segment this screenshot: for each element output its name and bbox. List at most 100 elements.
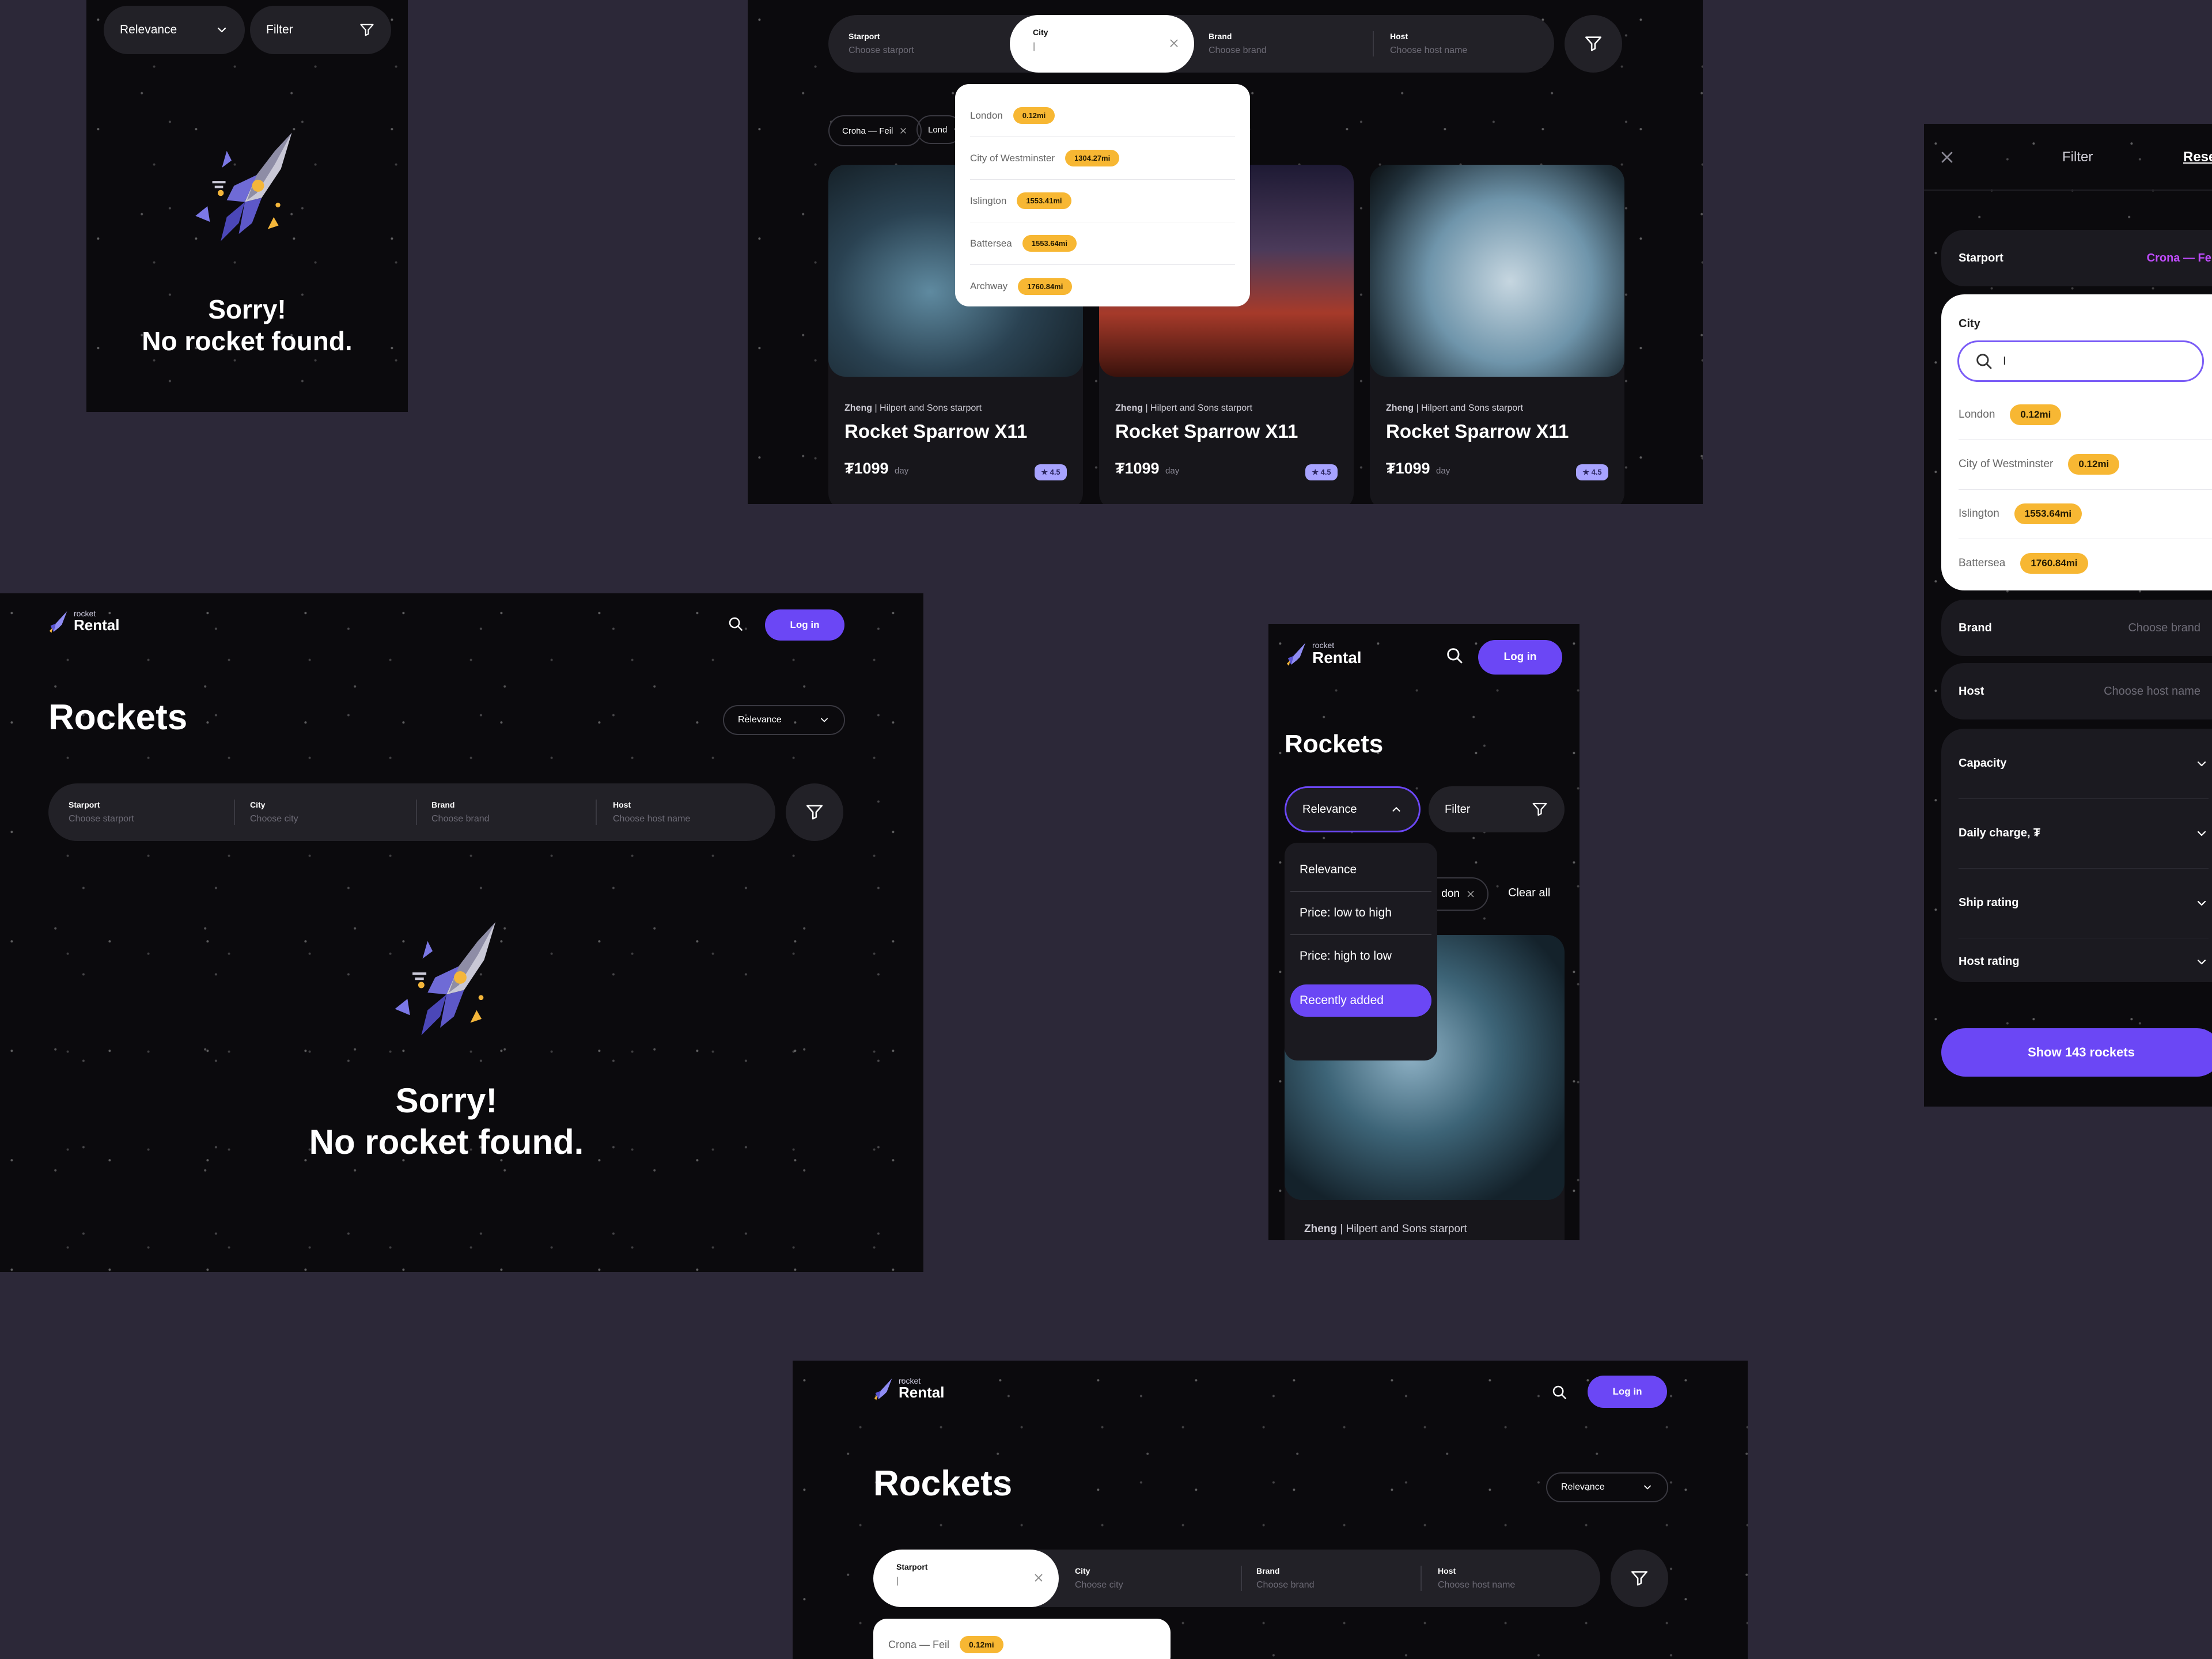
empty-state-message: No rocket found. xyxy=(142,326,353,356)
starport-placeholder: Choose starport xyxy=(69,814,134,824)
rocket-image xyxy=(1370,165,1624,377)
divider xyxy=(1421,1566,1422,1591)
logo-text-small: rocket xyxy=(1312,641,1335,650)
sort-dropdown[interactable]: Relevance xyxy=(104,6,245,54)
sort-dropdown[interactable]: Relevance xyxy=(1285,786,1421,832)
close-icon[interactable] xyxy=(1032,1571,1045,1584)
filter-button[interactable] xyxy=(1611,1550,1668,1607)
login-button[interactable]: Log in xyxy=(1478,640,1562,675)
brand-filter-row[interactable]: Brand Choose brand xyxy=(1941,600,2212,656)
brand-field[interactable]: Brand Choose brand xyxy=(1209,15,1353,73)
brand-logo[interactable]: rocket Rental xyxy=(1286,641,1362,666)
city-field[interactable]: City Choose city xyxy=(1075,1550,1219,1607)
card-host: | Hilpert and Sons starport xyxy=(872,403,982,413)
accordion-host-rating[interactable]: Host rating xyxy=(1959,938,2209,982)
starport-filter-value: Crona — Feil xyxy=(2146,251,2212,264)
starport-option-name[interactable]: Crona — Feil xyxy=(888,1639,949,1651)
city-result[interactable]: City of Westminster 0.12mi xyxy=(1959,440,2212,490)
city-option[interactable]: City of Westminster 1304.27mi xyxy=(970,137,1235,180)
filter-button[interactable]: Filter xyxy=(250,6,391,54)
distance-badge: 1760.84mi xyxy=(1018,278,1073,295)
city-option[interactable]: Battersea 1553.64mi xyxy=(970,222,1235,265)
starport-chip[interactable]: Crona — Feil xyxy=(828,115,922,146)
filter-button-label: Filter xyxy=(266,23,293,36)
brand-field[interactable]: Brand Choose brand xyxy=(1256,1550,1400,1607)
reset-link[interactable]: Reset xyxy=(2183,149,2212,165)
show-results-button[interactable]: Show 143 rockets xyxy=(1941,1028,2212,1077)
city-chip-label: Lond xyxy=(928,124,948,135)
starport-filter-row[interactable]: Starport Crona — Feil xyxy=(1941,230,2212,286)
close-icon[interactable] xyxy=(899,126,908,135)
brand-field[interactable]: Brand Choose brand xyxy=(431,783,575,841)
sort-dropdown[interactable]: Relevance xyxy=(723,705,845,735)
sort-option[interactable]: Relevance xyxy=(1290,849,1431,892)
city-result[interactable]: London 0.12mi xyxy=(1959,390,2212,440)
search-icon[interactable] xyxy=(1551,1384,1568,1401)
rocket-card[interactable]: Zheng | Hilpert and Sons starport Rocket… xyxy=(1370,165,1624,504)
starport-input[interactable]: | xyxy=(896,1576,1036,1586)
sort-dropdown[interactable]: Relevance xyxy=(1546,1472,1668,1502)
card-brand: Zheng xyxy=(844,403,872,413)
divider xyxy=(416,800,417,825)
mobile-sort-screen: rocket Rental Log in Rockets Relevance F… xyxy=(1268,624,1580,1240)
city-input[interactable]: | xyxy=(1033,41,1171,52)
city-option[interactable]: Islington 1553.41mi xyxy=(970,180,1235,222)
starport-label: Starport xyxy=(69,800,100,809)
close-icon[interactable] xyxy=(1168,37,1180,50)
login-button[interactable]: Log in xyxy=(765,609,844,641)
filter-button[interactable] xyxy=(1565,15,1622,73)
divider xyxy=(1373,31,1374,56)
city-result-name: Battersea xyxy=(1959,557,2006,569)
filter-button[interactable]: Filter xyxy=(1429,786,1565,832)
city-filter-label: City xyxy=(1959,317,1980,330)
starport-field[interactable]: Starport Choose starport xyxy=(849,15,993,73)
logo-text-big: Rental xyxy=(899,1384,945,1401)
close-icon[interactable] xyxy=(1465,889,1476,899)
starport-field-active[interactable]: Starport | xyxy=(873,1550,1059,1607)
starport-dropdown: Crona — Feil 0.12mi xyxy=(873,1619,1171,1659)
accordion-capacity[interactable]: Capacity xyxy=(1959,729,2209,799)
login-button[interactable]: Log in xyxy=(1588,1376,1667,1408)
chevron-down-icon xyxy=(2195,757,2209,771)
distance-badge: 0.12mi xyxy=(1013,107,1055,124)
sort-option-active[interactable]: Recently added xyxy=(1290,984,1431,1017)
city-field-active[interactable]: City | xyxy=(1010,15,1194,73)
sort-dropdown-label: Relevance xyxy=(738,715,782,725)
sort-option[interactable]: Price: low to high xyxy=(1290,892,1431,935)
sort-option[interactable]: Price: high to low xyxy=(1290,935,1431,978)
host-field[interactable]: Host Choose host name xyxy=(1390,15,1540,73)
card-host-line: Zheng | Hilpert and Sons starport xyxy=(1386,403,1523,414)
city-option[interactable]: London 0.12mi xyxy=(970,94,1235,137)
city-result[interactable]: Battersea 1760.84mi xyxy=(1959,539,2212,588)
accordion-daily-charge[interactable]: Daily charge, ₮ xyxy=(1959,798,2209,869)
divider xyxy=(234,800,235,825)
city-search-input[interactable]: I xyxy=(1957,340,2204,382)
starport-field[interactable]: Starport Choose starport xyxy=(69,783,213,841)
brand-logo[interactable]: rocket Rental xyxy=(48,609,119,633)
sort-dropdown-label: Relevance xyxy=(120,23,177,36)
card-brand: Zheng xyxy=(1115,403,1143,413)
accordion-ship-rating[interactable]: Ship rating xyxy=(1959,868,2209,938)
card-price: ₮1099 xyxy=(844,460,889,477)
card-price-unit: day xyxy=(895,466,909,476)
city-option[interactable]: Archway 1760.84mi xyxy=(970,265,1235,308)
host-field[interactable]: Host Choose host name xyxy=(613,783,763,841)
distance-badge: 1553.41mi xyxy=(1017,192,1071,209)
brand-logo[interactable]: rocket Rental xyxy=(873,1377,944,1400)
funnel-icon xyxy=(1531,801,1548,818)
card-price-unit: day xyxy=(1436,466,1450,476)
distance-badge: 0.12mi xyxy=(2010,404,2062,425)
sort-dropdown-label: Relevance xyxy=(1561,1482,1605,1492)
filter-panel-screen: Filter Reset Starport Crona — Feil City … xyxy=(1924,124,2212,1107)
filter-button[interactable] xyxy=(786,783,843,841)
city-result[interactable]: Islington 1553.64mi xyxy=(1959,489,2212,539)
search-icon[interactable] xyxy=(1445,646,1464,665)
search-icon[interactable] xyxy=(727,615,744,632)
brand-label: Brand xyxy=(1209,32,1232,41)
card-price-line: ₮1099 day xyxy=(1386,460,1450,478)
host-field[interactable]: Host Choose host name xyxy=(1438,1550,1588,1607)
city-field[interactable]: City Choose city xyxy=(250,783,394,841)
clear-all-link[interactable]: Clear all xyxy=(1508,887,1550,900)
host-filter-row[interactable]: Host Choose host name xyxy=(1941,663,2212,719)
close-icon[interactable] xyxy=(1938,148,1956,166)
